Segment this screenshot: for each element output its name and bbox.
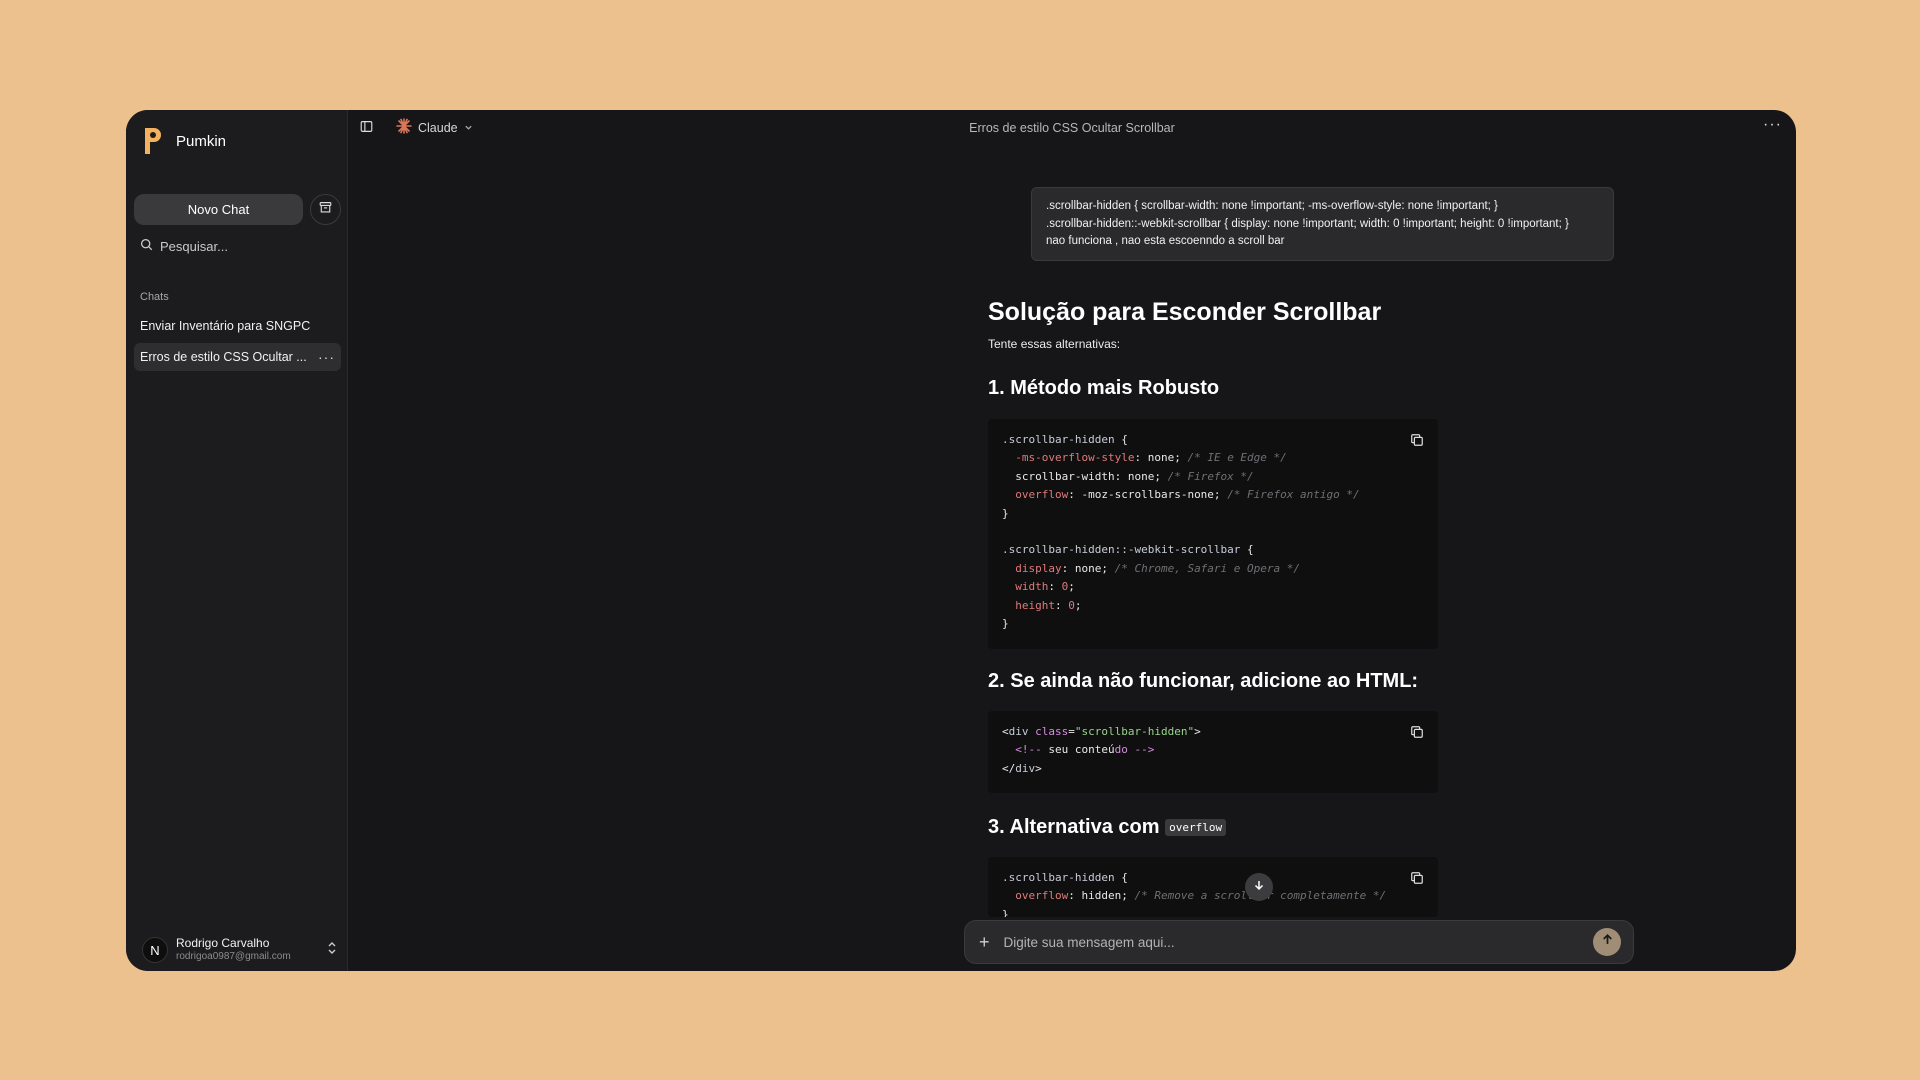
response-intro: Tente essas alternativas: [988, 337, 1121, 351]
conversation-title: Erros de estilo CSS Ocultar Scrollbar [969, 121, 1175, 135]
chevron-up-down-icon [327, 941, 337, 960]
search-placeholder: Pesquisar... [160, 238, 228, 254]
message-composer: + [964, 920, 1634, 964]
user-profile[interactable]: N Rodrigo Carvalho rodrigoa0987@gmail.co… [142, 937, 337, 963]
more-icon[interactable]: ··· [318, 349, 335, 365]
chat-item-label: Erros de estilo CSS Ocultar ... [140, 350, 307, 364]
chat-item-label: Enviar Inventário para SNGPC [140, 319, 311, 333]
send-button[interactable] [1593, 928, 1621, 956]
archive-button[interactable] [310, 194, 341, 225]
brand[interactable]: Pumkin [142, 124, 226, 158]
chat-item-active[interactable]: Erros de estilo CSS Ocultar ... ··· [134, 343, 341, 371]
avatar: N [142, 937, 168, 963]
user-message-line: nao funciona , nao esta escoenndo a scro… [1046, 235, 1285, 247]
inline-code: overflow [1165, 819, 1227, 837]
section-heading-2: 2. Se ainda não funcionar, adicione ao H… [988, 670, 1419, 692]
archive-icon [319, 201, 332, 219]
chats-section-label: Chats [140, 291, 169, 303]
section-heading-3: 3. Alternativa com overflow [988, 816, 1227, 839]
user-info: Rodrigo Carvalho rodrigoa0987@gmail.com [176, 936, 319, 963]
brand-name: Pumkin [176, 132, 227, 150]
user-email: rodrigoa0987@gmail.com [176, 951, 291, 963]
app-window: Pumkin Novo Chat Pesquisar... Chats Envi… [126, 110, 1796, 971]
search-input[interactable]: Pesquisar... [140, 238, 228, 254]
chat-item[interactable]: Enviar Inventário para SNGPC [134, 312, 341, 340]
scroll-down-button[interactable] [1245, 873, 1273, 901]
pumkin-logo-icon [142, 124, 164, 158]
user-message-line: .scrollbar-hidden { scrollbar-width: non… [1046, 200, 1498, 212]
arrow-up-icon [1601, 933, 1614, 951]
code-block-overflow: .scrollbar-hidden { overflow: hidden; /*… [988, 857, 1438, 917]
response-title: Solução para Esconder Scrollbar [988, 298, 1382, 326]
copy-icon[interactable] [1410, 725, 1424, 745]
assistant-response: Solução para Esconder Scrollbar Tente es… [988, 298, 1438, 917]
copy-icon[interactable] [1410, 871, 1424, 891]
user-name: Rodrigo Carvalho [176, 936, 270, 951]
message-input[interactable] [1003, 934, 1579, 950]
main-panel: Claude Erros de estilo CSS Ocultar Scrol… [348, 110, 1796, 971]
new-chat-button[interactable]: Novo Chat [134, 194, 303, 225]
more-options-icon[interactable]: ··· [1763, 116, 1782, 134]
code-block-html: <div class="scrollbar-hidden"> <!-- seu … [988, 711, 1438, 793]
topbar: Claude Erros de estilo CSS Ocultar Scrol… [348, 110, 1796, 146]
section-heading-3-text: 3. Alternativa com [988, 816, 1160, 838]
section-heading-1: 1. Método mais Robusto [988, 377, 1220, 399]
user-message: .scrollbar-hidden { scrollbar-width: non… [1031, 187, 1614, 261]
copy-icon[interactable] [1410, 433, 1424, 453]
sidebar: Pumkin Novo Chat Pesquisar... Chats Envi… [126, 110, 348, 971]
arrow-down-icon [1253, 878, 1265, 896]
plus-icon[interactable]: + [979, 932, 990, 953]
code-block-css: .scrollbar-hidden { -ms-overflow-style: … [988, 419, 1438, 649]
user-message-line: .scrollbar-hidden::-webkit-scrollbar { d… [1046, 217, 1569, 230]
search-icon [140, 238, 153, 254]
